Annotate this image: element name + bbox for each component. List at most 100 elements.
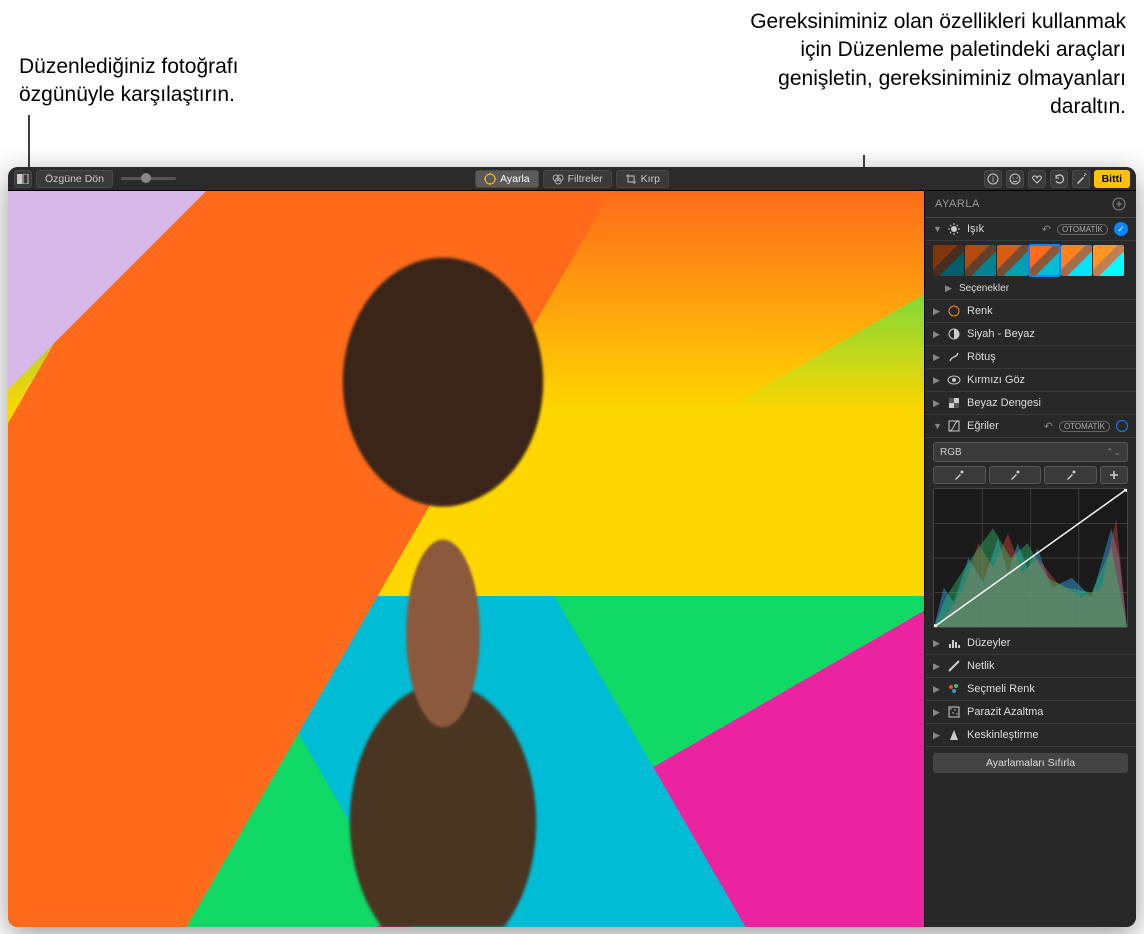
panel-redeye[interactable]: ▶ Kırmızı Göz xyxy=(925,369,1136,392)
add-point-button[interactable] xyxy=(1100,466,1128,484)
panel-selcolor[interactable]: ▶ Seçmeli Renk xyxy=(925,678,1136,701)
disclosure-right-icon[interactable]: ▶ xyxy=(945,283,953,294)
content-area: AYARLA ▼ Işık ↶ OTOMATİK ✓ xyxy=(8,191,1136,927)
photo-editor-window: Özgüne Dön Ayarla Filtreler Kırp xyxy=(8,167,1136,927)
panel-color-label: Renk xyxy=(967,305,1128,317)
panel-light[interactable]: ▼ Işık ↶ OTOMATİK ✓ xyxy=(925,218,1136,241)
eyedrop-white[interactable] xyxy=(1044,466,1097,484)
eyedrop-black[interactable] xyxy=(933,466,986,484)
disclosure-right-icon[interactable]: ▶ xyxy=(933,352,941,363)
tab-adjust-label: Ayarla xyxy=(500,173,530,185)
filters-icon xyxy=(552,173,564,185)
tab-filters-label: Filtreler xyxy=(568,173,603,185)
light-enabled-check[interactable]: ✓ xyxy=(1114,222,1128,236)
done-label: Bitti xyxy=(1102,173,1122,185)
wb-icon xyxy=(947,396,961,410)
light-preset-4[interactable] xyxy=(1029,245,1060,276)
adjust-sidebar: AYARLA ▼ Işık ↶ OTOMATİK ✓ xyxy=(924,191,1136,927)
light-icon xyxy=(947,222,961,236)
undo-light-button[interactable]: ↶ xyxy=(1042,223,1051,236)
panel-sharpen-label: Keskinleştirme xyxy=(967,729,1128,741)
tab-adjust[interactable]: Ayarla xyxy=(475,170,539,188)
svg-text:i: i xyxy=(992,175,994,184)
light-preset-1[interactable] xyxy=(933,245,964,276)
panel-curves-label: Eğriler xyxy=(967,420,1038,432)
selcolor-icon xyxy=(947,682,961,696)
curves-channel-select[interactable]: RGB ⌃⌄ xyxy=(933,442,1128,462)
panel-retouch[interactable]: ▶ Rötuş xyxy=(925,346,1136,369)
disclosure-right-icon[interactable]: ▶ xyxy=(933,661,941,672)
disclosure-right-icon[interactable]: ▶ xyxy=(933,707,941,718)
curves-eyedroppers xyxy=(925,466,1136,488)
curves-channel-label: RGB xyxy=(940,447,962,458)
toolbar-right: i Bitti xyxy=(984,170,1130,188)
definition-icon xyxy=(947,659,961,673)
undo-curves-button[interactable]: ↶ xyxy=(1044,420,1053,433)
panel-levels[interactable]: ▶ Düzeyler xyxy=(925,632,1136,655)
tab-filters[interactable]: Filtreler xyxy=(543,170,612,188)
panel-options[interactable]: ▶ Seçenekler xyxy=(925,278,1136,300)
light-presets xyxy=(925,241,1136,278)
light-preset-5[interactable] xyxy=(1061,245,1092,276)
disclosure-right-icon[interactable]: ▶ xyxy=(933,398,941,409)
auto-curves-button[interactable]: OTOMATİK xyxy=(1059,421,1110,432)
disclosure-right-icon[interactable]: ▶ xyxy=(933,329,941,340)
tab-crop-label: Kırp xyxy=(641,173,660,185)
disclosure-right-icon[interactable]: ▶ xyxy=(933,306,941,317)
disclosure-right-icon[interactable]: ▶ xyxy=(933,638,941,649)
curves-enabled-toggle[interactable] xyxy=(1116,420,1128,432)
photo-image xyxy=(8,191,924,927)
compare-button[interactable] xyxy=(14,170,32,188)
noise-icon xyxy=(947,705,961,719)
disclosure-down-icon[interactable]: ▼ xyxy=(933,224,941,234)
chevron-updown-icon: ⌃⌄ xyxy=(1106,447,1121,458)
enhance-button[interactable] xyxy=(1072,170,1090,188)
revert-button[interactable]: Özgüne Dön xyxy=(36,170,113,188)
panel-light-label: Işık xyxy=(967,223,1036,235)
panel-bw[interactable]: ▶ Siyah - Beyaz xyxy=(925,323,1136,346)
panel-bw-label: Siyah - Beyaz xyxy=(967,328,1128,340)
callout-compare: Düzenlediğiniz fotoğrafı özgünüyle karşı… xyxy=(19,53,279,110)
done-button[interactable]: Bitti xyxy=(1094,170,1130,188)
disclosure-right-icon[interactable]: ▶ xyxy=(933,684,941,695)
panel-sharpen[interactable]: ▶ Keskinleştirme xyxy=(925,724,1136,747)
sidebar-title: AYARLA xyxy=(935,198,980,210)
panel-color[interactable]: ▶ Renk xyxy=(925,300,1136,323)
reset-adjustments-button[interactable]: Ayarlamaları Sıfırla xyxy=(933,753,1128,773)
revert-label: Özgüne Dön xyxy=(45,173,104,185)
color-icon xyxy=(947,304,961,318)
panel-retouch-label: Rötuş xyxy=(967,351,1128,363)
panel-definition[interactable]: ▶ Netlik xyxy=(925,655,1136,678)
curves-histogram[interactable] xyxy=(933,488,1128,628)
sidebar-header: AYARLA xyxy=(925,191,1136,218)
add-adjustment-button[interactable] xyxy=(1112,197,1126,211)
rotate-button[interactable] xyxy=(1050,170,1068,188)
toolbar: Özgüne Dön Ayarla Filtreler Kırp xyxy=(8,167,1136,191)
callout-expand-tools: Gereksiniminiz olan özellikleri kullanma… xyxy=(736,8,1126,121)
adjust-icon xyxy=(484,173,496,185)
toolbar-left: Özgüne Dön xyxy=(14,170,180,188)
faces-button[interactable] xyxy=(1006,170,1024,188)
light-preset-6[interactable] xyxy=(1093,245,1124,276)
info-button[interactable]: i xyxy=(984,170,1002,188)
disclosure-down-icon[interactable]: ▼ xyxy=(933,421,941,431)
panel-wb-label: Beyaz Dengesi xyxy=(967,397,1128,409)
zoom-slider[interactable] xyxy=(121,177,176,180)
levels-icon xyxy=(947,636,961,650)
light-preset-2[interactable] xyxy=(965,245,996,276)
photo-canvas[interactable] xyxy=(8,191,924,927)
bw-icon xyxy=(947,327,961,341)
disclosure-right-icon[interactable]: ▶ xyxy=(933,730,941,741)
auto-light-button[interactable]: OTOMATİK xyxy=(1057,224,1108,235)
eyedrop-gray[interactable] xyxy=(989,466,1042,484)
tab-crop[interactable]: Kırp xyxy=(616,170,669,188)
toolbar-center: Ayarla Filtreler Kırp xyxy=(475,170,669,188)
light-preset-3[interactable] xyxy=(997,245,1028,276)
disclosure-right-icon[interactable]: ▶ xyxy=(933,375,941,386)
panel-wb[interactable]: ▶ Beyaz Dengesi xyxy=(925,392,1136,415)
panel-noise[interactable]: ▶ Parazit Azaltma xyxy=(925,701,1136,724)
panel-selcolor-label: Seçmeli Renk xyxy=(967,683,1128,695)
favorite-button[interactable] xyxy=(1028,170,1046,188)
panel-curves[interactable]: ▼ Eğriler ↶ OTOMATİK xyxy=(925,415,1136,438)
panel-options-label: Seçenekler xyxy=(959,283,1128,294)
